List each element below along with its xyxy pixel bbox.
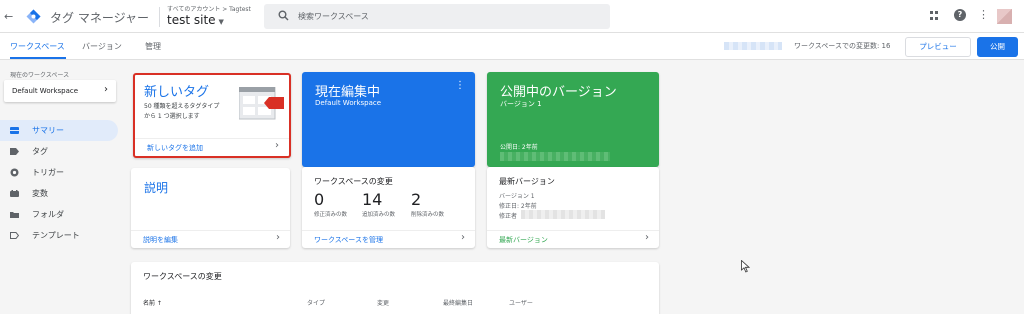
column-header-name[interactable]: 名前 ↑	[143, 298, 162, 307]
search-icon	[278, 10, 289, 21]
latest-version-link[interactable]: 最新バージョン	[499, 235, 548, 245]
column-header-change[interactable]: 変更	[377, 298, 389, 307]
sidebar-item-label: テンプレート	[32, 231, 80, 240]
description-title: 説明	[144, 181, 169, 195]
stat-added: 14 追加済みの数	[362, 190, 395, 218]
stat-label: 追加済みの数	[362, 212, 396, 218]
redacted-text	[521, 210, 605, 219]
published-version: バージョン 1	[500, 100, 542, 108]
trigger-icon	[10, 168, 19, 177]
sidebar-item-variables[interactable]: 変数	[0, 183, 118, 204]
tag-manager-logo-icon	[26, 9, 41, 24]
breadcrumb[interactable]: すべてのアカウント > Tagtest	[167, 4, 251, 13]
search-placeholder: 検索ワークスペース	[298, 12, 369, 21]
chevron-right-icon: ›	[275, 140, 279, 151]
latest-version-modified: 修正日: 2年前	[499, 203, 537, 210]
description-footer[interactable]: 説明を編集 ›	[131, 230, 290, 248]
preview-button[interactable]: プレビュー	[905, 37, 971, 57]
caret-down-icon: ▼	[218, 18, 224, 26]
published-version-card[interactable]: 公開中のバージョン バージョン 1 公開日: 2年前	[487, 72, 659, 167]
sidebar-item-triggers[interactable]: トリガー	[0, 162, 118, 183]
currently-editing-card[interactable]: 現在編集中 Default Workspace ⋮	[302, 72, 475, 167]
chevron-right-icon: ›	[276, 232, 280, 243]
active-tab-indicator	[10, 57, 66, 59]
published-date: 公開日: 2年前	[500, 144, 538, 151]
stat-value: 14	[362, 190, 383, 209]
latest-version-title: 最新バージョン	[499, 177, 555, 186]
app-title: タグ マネージャー	[50, 11, 149, 25]
chevron-right-icon: ›	[645, 232, 649, 243]
tag-icon	[10, 148, 19, 155]
latest-version-card[interactable]: 最新バージョン バージョン 1 修正日: 2年前 修正者 最新バージョン ›	[487, 167, 659, 248]
workspace-changes-footer[interactable]: ワークスペースを管理 ›	[302, 230, 475, 248]
column-header-last-edited[interactable]: 最終編集日	[443, 298, 473, 307]
published-title: 公開中のバージョン	[500, 85, 617, 100]
chevron-right-icon: ›	[461, 232, 465, 243]
mouse-cursor-icon	[741, 260, 750, 273]
apps-grid-icon[interactable]	[930, 11, 939, 20]
editing-title: 現在編集中	[315, 85, 381, 100]
workspace-name: Default Workspace	[12, 87, 79, 95]
new-tag-footer[interactable]: 新しいタグを追加 ›	[135, 138, 289, 156]
new-tag-description: 50 種類を超えるタグタイプから 1 つ選択します	[144, 103, 220, 120]
tab-bar: ワークスペース バージョン 管理 ワークスペースでの変更数: 16 プレビュー …	[0, 33, 1024, 60]
workspace-changes-table: ワークスペースの変更 名前 ↑ タイプ 変更 最終編集日 ユーザー	[131, 262, 659, 314]
tag-illustration-icon	[239, 87, 284, 120]
sidebar-item-label: タグ	[32, 147, 48, 156]
workspace-changes-card[interactable]: ワークスペースの変更 0 修正済みの数 14 追加済みの数 2 削除済みの数 ワ…	[302, 167, 475, 248]
stat-value: 0	[314, 190, 325, 209]
sidebar-item-label: 変数	[32, 189, 48, 198]
latest-version-modified-by: 修正者	[499, 213, 518, 220]
workspace-changes-count: ワークスペースでの変更数: 16	[794, 42, 891, 50]
tab-versions[interactable]: バージョン	[82, 41, 122, 52]
avatar[interactable]	[997, 9, 1012, 24]
arrow-back-icon[interactable]: ←	[4, 10, 13, 23]
changes-table-title: ワークスペースの変更	[143, 272, 222, 281]
container-selector[interactable]: test site ▼	[167, 13, 224, 27]
stat-label: 修正済みの数	[314, 212, 348, 218]
stat-value: 2	[411, 190, 422, 209]
description-card[interactable]: 説明 説明を編集 ›	[131, 168, 290, 248]
more-vert-icon[interactable]: ⋮	[455, 80, 465, 91]
chevron-right-icon: ›	[104, 84, 108, 95]
redacted-text	[724, 42, 782, 50]
workspace-selector[interactable]: Default Workspace ›	[4, 80, 116, 102]
sidebar-item-tags[interactable]: タグ	[0, 141, 118, 162]
manage-workspaces-link[interactable]: ワークスペースを管理	[314, 235, 383, 245]
stat-deleted: 2 削除済みの数	[411, 190, 444, 218]
new-tag-title: 新しいタグ	[144, 85, 210, 100]
latest-version-footer[interactable]: 最新バージョン ›	[487, 230, 659, 248]
sidebar-item-summary[interactable]: サマリー	[0, 120, 118, 141]
divider	[159, 7, 160, 27]
publish-button[interactable]: 公開	[977, 37, 1018, 57]
stat-modified: 0 修正済みの数	[314, 190, 347, 218]
folder-icon	[10, 212, 19, 218]
variables-icon	[10, 190, 19, 197]
sidebar-item-templates[interactable]: テンプレート	[0, 225, 118, 246]
sidebar-item-label: トリガー	[32, 168, 64, 177]
column-header-user[interactable]: ユーザー	[509, 298, 533, 307]
column-header-type[interactable]: タイプ	[307, 298, 325, 307]
editing-workspace-name: Default Workspace	[315, 99, 382, 107]
workspace-changes-title: ワークスペースの変更	[314, 177, 393, 186]
tab-workspace[interactable]: ワークスペース	[10, 41, 65, 52]
sidebar-item-folders[interactable]: フォルダ	[0, 204, 118, 225]
container-name: test site	[167, 13, 216, 27]
add-new-tag-link[interactable]: 新しいタグを追加	[147, 143, 203, 153]
more-vert-icon[interactable]: ⋮	[978, 8, 989, 21]
template-icon	[10, 232, 19, 239]
new-tag-card[interactable]: 新しいタグ 50 種類を超えるタグタイプから 1 つ選択します 新しいタグを追加…	[133, 73, 291, 158]
sidebar-item-label: サマリー	[32, 126, 64, 135]
tab-admin[interactable]: 管理	[145, 41, 161, 52]
sidebar-item-label: フォルダ	[32, 210, 64, 219]
latest-version-number: バージョン 1	[499, 193, 535, 200]
stat-label: 削除済みの数	[411, 212, 445, 218]
top-bar: ← タグ マネージャー すべてのアカウント > Tagtest test sit…	[0, 0, 1024, 33]
search-bar[interactable]: 検索ワークスペース	[264, 4, 610, 29]
help-icon[interactable]: ?	[954, 9, 966, 21]
summary-icon	[10, 127, 19, 134]
current-workspace-label: 現在のワークスペース	[10, 72, 70, 79]
edit-description-link[interactable]: 説明を編集	[143, 235, 178, 245]
redacted-text	[500, 152, 610, 161]
